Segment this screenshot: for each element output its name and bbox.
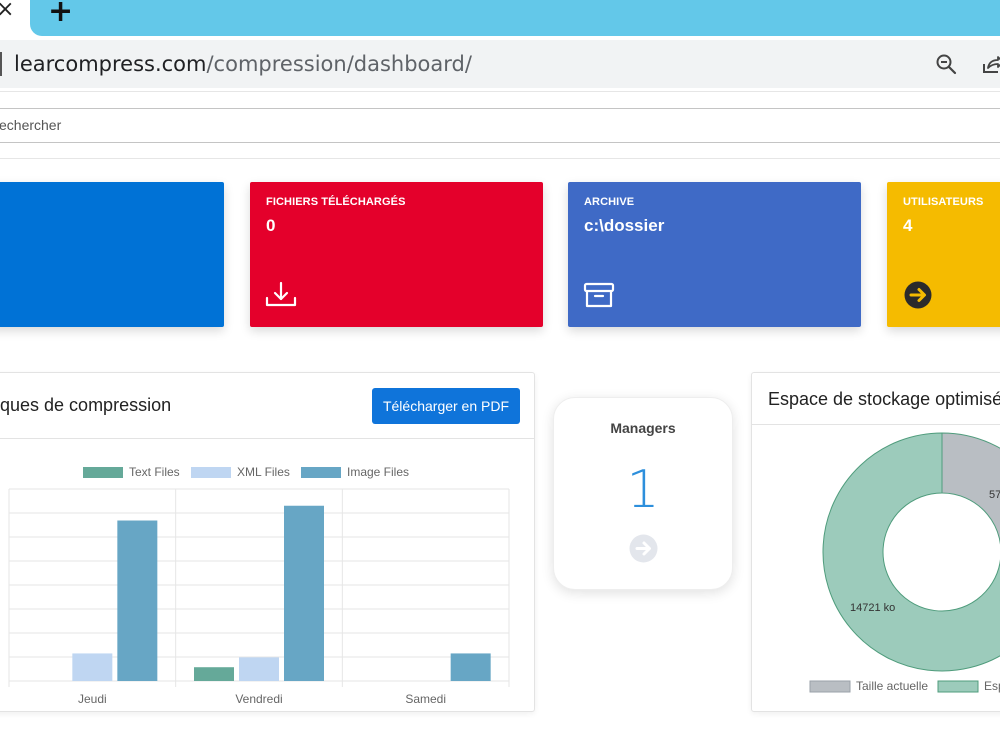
address-bar[interactable]: learcompress.com/compression/dashboard/ — [0, 40, 1000, 88]
url-text[interactable]: learcompress.com/compression/dashboard/ — [14, 50, 472, 78]
arrow-right-circle-icon[interactable] — [629, 534, 658, 563]
donut-data-label: 57 — [989, 489, 1000, 501]
storage-donut-chart: 57 14721 ko Taille actuelle Esp — [809, 432, 1000, 693]
managers-title: Managers — [610, 420, 676, 436]
tab-strip: + — [30, 0, 1000, 36]
managers-count: 1 — [626, 460, 660, 520]
bar — [72, 653, 113, 681]
card-title: FICHIERS TÉLÉCHARGÉS — [266, 196, 406, 208]
card-value: c:\dossier — [584, 216, 665, 235]
stat-card-blue[interactable] — [0, 182, 224, 327]
legend-swatch — [809, 680, 851, 693]
bar — [117, 520, 158, 681]
panel-header: tiques de compression Télécharger en PDF — [0, 373, 534, 439]
x-tick-label: Vendredi — [235, 692, 282, 706]
archive-box-icon — [583, 282, 615, 308]
storage-optimized-panel: Espace de stockage optimisé 57 14721 ko Ta… — [751, 372, 1000, 712]
search-section: echercher — [0, 91, 1000, 159]
browser-tab-bar: × + — [0, 0, 1000, 40]
arrow-right-circle-icon[interactable] — [901, 280, 935, 310]
card-value: 0 — [266, 216, 276, 235]
url-host: learcompress.com — [14, 52, 207, 76]
new-tab-icon[interactable]: + — [48, 0, 73, 30]
compression-stats-panel: tiques de compression Télécharger en PDF… — [0, 372, 535, 712]
bar — [194, 667, 234, 681]
panel-header: Espace de stockage optimisé — [752, 373, 1000, 425]
legend-label: Taille actuelle — [856, 679, 928, 693]
stat-card-users[interactable]: UTILISATEURS 4 — [887, 182, 1000, 327]
tab-close-icon[interactable]: × — [0, 0, 20, 26]
card-title: ARCHIVE — [584, 196, 635, 208]
legend-label: Text Files — [129, 465, 180, 479]
zoom-out-icon[interactable] — [934, 52, 958, 76]
legend-swatch — [937, 680, 979, 693]
download-icon — [265, 281, 297, 307]
url-path: /compression/dashboard/ — [206, 52, 472, 76]
legend-label: Esp — [984, 679, 1000, 693]
download-pdf-button[interactable]: Télécharger en PDF — [372, 388, 520, 424]
x-tick-label: Jeudi — [78, 692, 107, 706]
donut-slice — [941, 432, 1000, 564]
legend-swatch — [191, 467, 231, 478]
stat-card-archive[interactable]: ARCHIVE c:\dossier — [568, 182, 861, 327]
panel-title: tiques de compression — [0, 395, 172, 415]
card-value: 4 — [903, 216, 913, 235]
legend-label: Image Files — [347, 465, 409, 479]
stat-card-downloaded-files[interactable]: FICHIERS TÉLÉCHARGÉS 0 — [250, 182, 543, 327]
card-title: UTILISATEURS — [903, 196, 984, 208]
panel-title: Espace de stockage optimisé — [768, 389, 1000, 409]
compression-bar-chart: Text Files XML Files Image Files Jeudi Vendr… — [8, 465, 510, 706]
legend-swatch — [83, 467, 123, 478]
bar — [239, 657, 279, 681]
bar — [450, 653, 491, 681]
search-input[interactable]: echercher — [0, 108, 1000, 143]
managers-card[interactable]: Managers 1 — [553, 397, 733, 590]
x-tick-label: Samedi — [405, 692, 446, 706]
legend-label: XML Files — [237, 465, 290, 479]
address-bar-edge — [0, 52, 2, 76]
share-icon[interactable] — [980, 52, 1000, 76]
bar — [284, 505, 324, 681]
donut-data-label: 14721 ko — [850, 602, 895, 614]
legend-swatch — [301, 467, 341, 478]
